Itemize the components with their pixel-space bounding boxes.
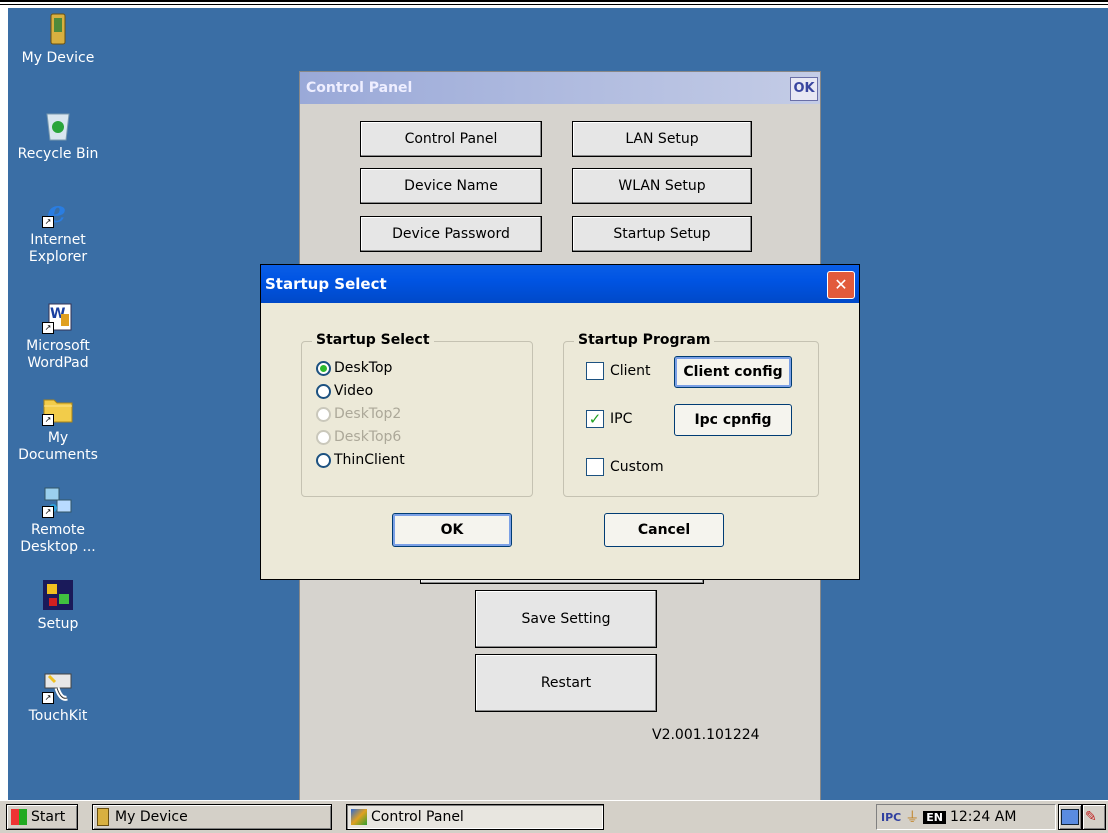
taskbar: Start My Device Control Panel IPC ⏚ EN 1… (0, 800, 1108, 833)
top-border (0, 0, 1108, 2)
input-panel-icon[interactable]: ✎ (1082, 804, 1106, 830)
dialog-cancel-button[interactable]: Cancel (604, 513, 724, 547)
radio-desktop2: DeskTop2 (316, 406, 401, 422)
shortcut-arrow-icon: ↗ (42, 692, 54, 704)
desktop-icon-label: Setup (37, 616, 79, 632)
ipc-config-button[interactable]: Ipc cpnfig (674, 404, 792, 436)
checkmark-icon: ✓ (586, 410, 604, 428)
desktop-icon-wordpad[interactable]: W ↗ Microsoft WordPad (8, 300, 108, 372)
checkbox-label: Client (610, 363, 651, 379)
dialog-title: Startup Select (265, 275, 387, 293)
checkbox-icon (586, 362, 604, 380)
shortcut-arrow-icon: ↗ (42, 414, 54, 426)
start-label: Start (31, 809, 66, 825)
desktop-icon-touchkit[interactable]: ↗ TouchKit (8, 670, 108, 725)
custom-checkbox[interactable]: Custom (586, 458, 664, 476)
radio-label: ThinClient (334, 452, 405, 468)
desktop-icon-label: TouchKit (28, 708, 88, 724)
control-panel-button[interactable]: Control Panel (360, 121, 542, 157)
radio-thinclient[interactable]: ThinClient (316, 452, 405, 468)
clock[interactable]: 12:24 AM (950, 809, 1016, 825)
setup-icon (41, 578, 75, 612)
client-checkbox[interactable]: Client (586, 362, 651, 380)
checkbox-label: Custom (610, 459, 664, 475)
handheld-device-icon (97, 808, 109, 826)
radio-desktop[interactable]: DeskTop (316, 360, 392, 376)
shortcut-arrow-icon: ↗ (42, 506, 54, 518)
restart-button[interactable]: Restart (475, 654, 657, 712)
radio-disabled-icon (316, 406, 331, 422)
startup-select-group: Startup Select DeskTop Video DeskTop2 De… (301, 332, 533, 497)
startup-setup-button[interactable]: Startup Setup (572, 216, 752, 252)
startup-select-dialog: Startup Select ✕ Startup Select DeskTop … (260, 264, 860, 580)
wlan-setup-button[interactable]: WLAN Setup (572, 168, 752, 204)
device-name-button[interactable]: Device Name (360, 168, 542, 204)
lan-setup-button[interactable]: LAN Setup (572, 121, 752, 157)
desktop-icon-my-device[interactable]: My Device (8, 12, 108, 67)
desktop-icon-recycle-bin[interactable]: Recycle Bin (8, 108, 108, 163)
ipc-tray-icon[interactable]: IPC (881, 811, 901, 824)
internet-explorer-icon: e ↗ (41, 194, 75, 230)
close-icon[interactable]: ✕ (827, 271, 855, 299)
desktop-icon-setup[interactable]: Setup (8, 578, 108, 633)
shortcut-arrow-icon: ↗ (42, 322, 54, 334)
taskbar-task-my-device[interactable]: My Device (92, 804, 332, 830)
startup-program-group: Startup Program Client Client config ✓ I… (563, 332, 819, 497)
desktop-icon-label: My Device (21, 50, 95, 66)
client-config-button[interactable]: Client config (674, 356, 792, 388)
dialog-ok-button[interactable]: OK (392, 513, 512, 547)
radio-selected-icon (316, 360, 331, 376)
control-panel-title: Control Panel (306, 80, 413, 96)
touchkit-icon: ↗ (41, 670, 75, 704)
desktop-icon-my-documents[interactable]: ↗ My Documents (8, 392, 108, 464)
radio-label: DeskTop2 (334, 406, 402, 422)
checkbox-icon (586, 458, 604, 476)
control-panel-titlebar[interactable]: Control Panel OK (300, 72, 820, 104)
radio-video[interactable]: Video (316, 383, 373, 399)
desktop-tray-icon[interactable] (1058, 804, 1082, 830)
radio-icon (316, 383, 331, 399)
desktop-icon-label: Microsoft WordPad (26, 338, 90, 371)
dialog-titlebar[interactable]: Startup Select ✕ (261, 265, 859, 303)
task-label: Control Panel (371, 809, 464, 825)
desktop-icon-label: Recycle Bin (17, 146, 99, 162)
desktop-icon-remote-desktop[interactable]: ↗ Remote Desktop ... (8, 484, 108, 556)
radio-desktop6: DeskTop6 (316, 429, 401, 445)
task-label: My Device (115, 809, 188, 825)
shortcut-arrow-icon: ↗ (42, 216, 54, 228)
save-setting-button[interactable]: Save Setting (475, 590, 657, 648)
windows-logo-icon (11, 809, 27, 825)
radio-label: DeskTop6 (334, 429, 402, 445)
version-label: V2.001.101224 (652, 727, 760, 743)
control-panel-icon (351, 809, 367, 825)
remote-desktop-icon: ↗ (41, 484, 75, 518)
start-button[interactable]: Start (6, 804, 78, 830)
top-border-thin (0, 4, 1108, 5)
radio-icon (316, 452, 331, 468)
language-tray-icon[interactable]: EN (923, 810, 946, 824)
desktop-icon-label: My Documents (18, 430, 98, 463)
wordpad-icon: W ↗ (41, 300, 75, 334)
checkbox-label: IPC (610, 411, 633, 427)
taskbar-task-control-panel[interactable]: Control Panel (346, 804, 604, 830)
control-panel-ok-button[interactable]: OK (790, 77, 818, 101)
system-tray: IPC ⏚ EN 12:24 AM (876, 804, 1056, 830)
folder-icon: ↗ (41, 392, 75, 426)
startup-select-group-label: Startup Select (312, 332, 434, 348)
handheld-device-icon (41, 12, 75, 46)
radio-disabled-icon (316, 429, 331, 445)
desktop-icon-label: Internet Explorer (28, 232, 88, 265)
radio-label: Video (334, 383, 374, 399)
radio-label: DeskTop (334, 360, 393, 376)
desktop-icon-internet-explorer[interactable]: e ↗ Internet Explorer (8, 194, 108, 266)
ipc-checkbox[interactable]: ✓ IPC (586, 410, 632, 428)
device-password-button[interactable]: Device Password (360, 216, 542, 252)
startup-program-group-label: Startup Program (574, 332, 715, 348)
usb-tray-icon[interactable]: ⏚ (905, 807, 919, 827)
desktop-icon-label: Remote Desktop ... (20, 522, 96, 555)
recycle-bin-icon (41, 108, 75, 142)
